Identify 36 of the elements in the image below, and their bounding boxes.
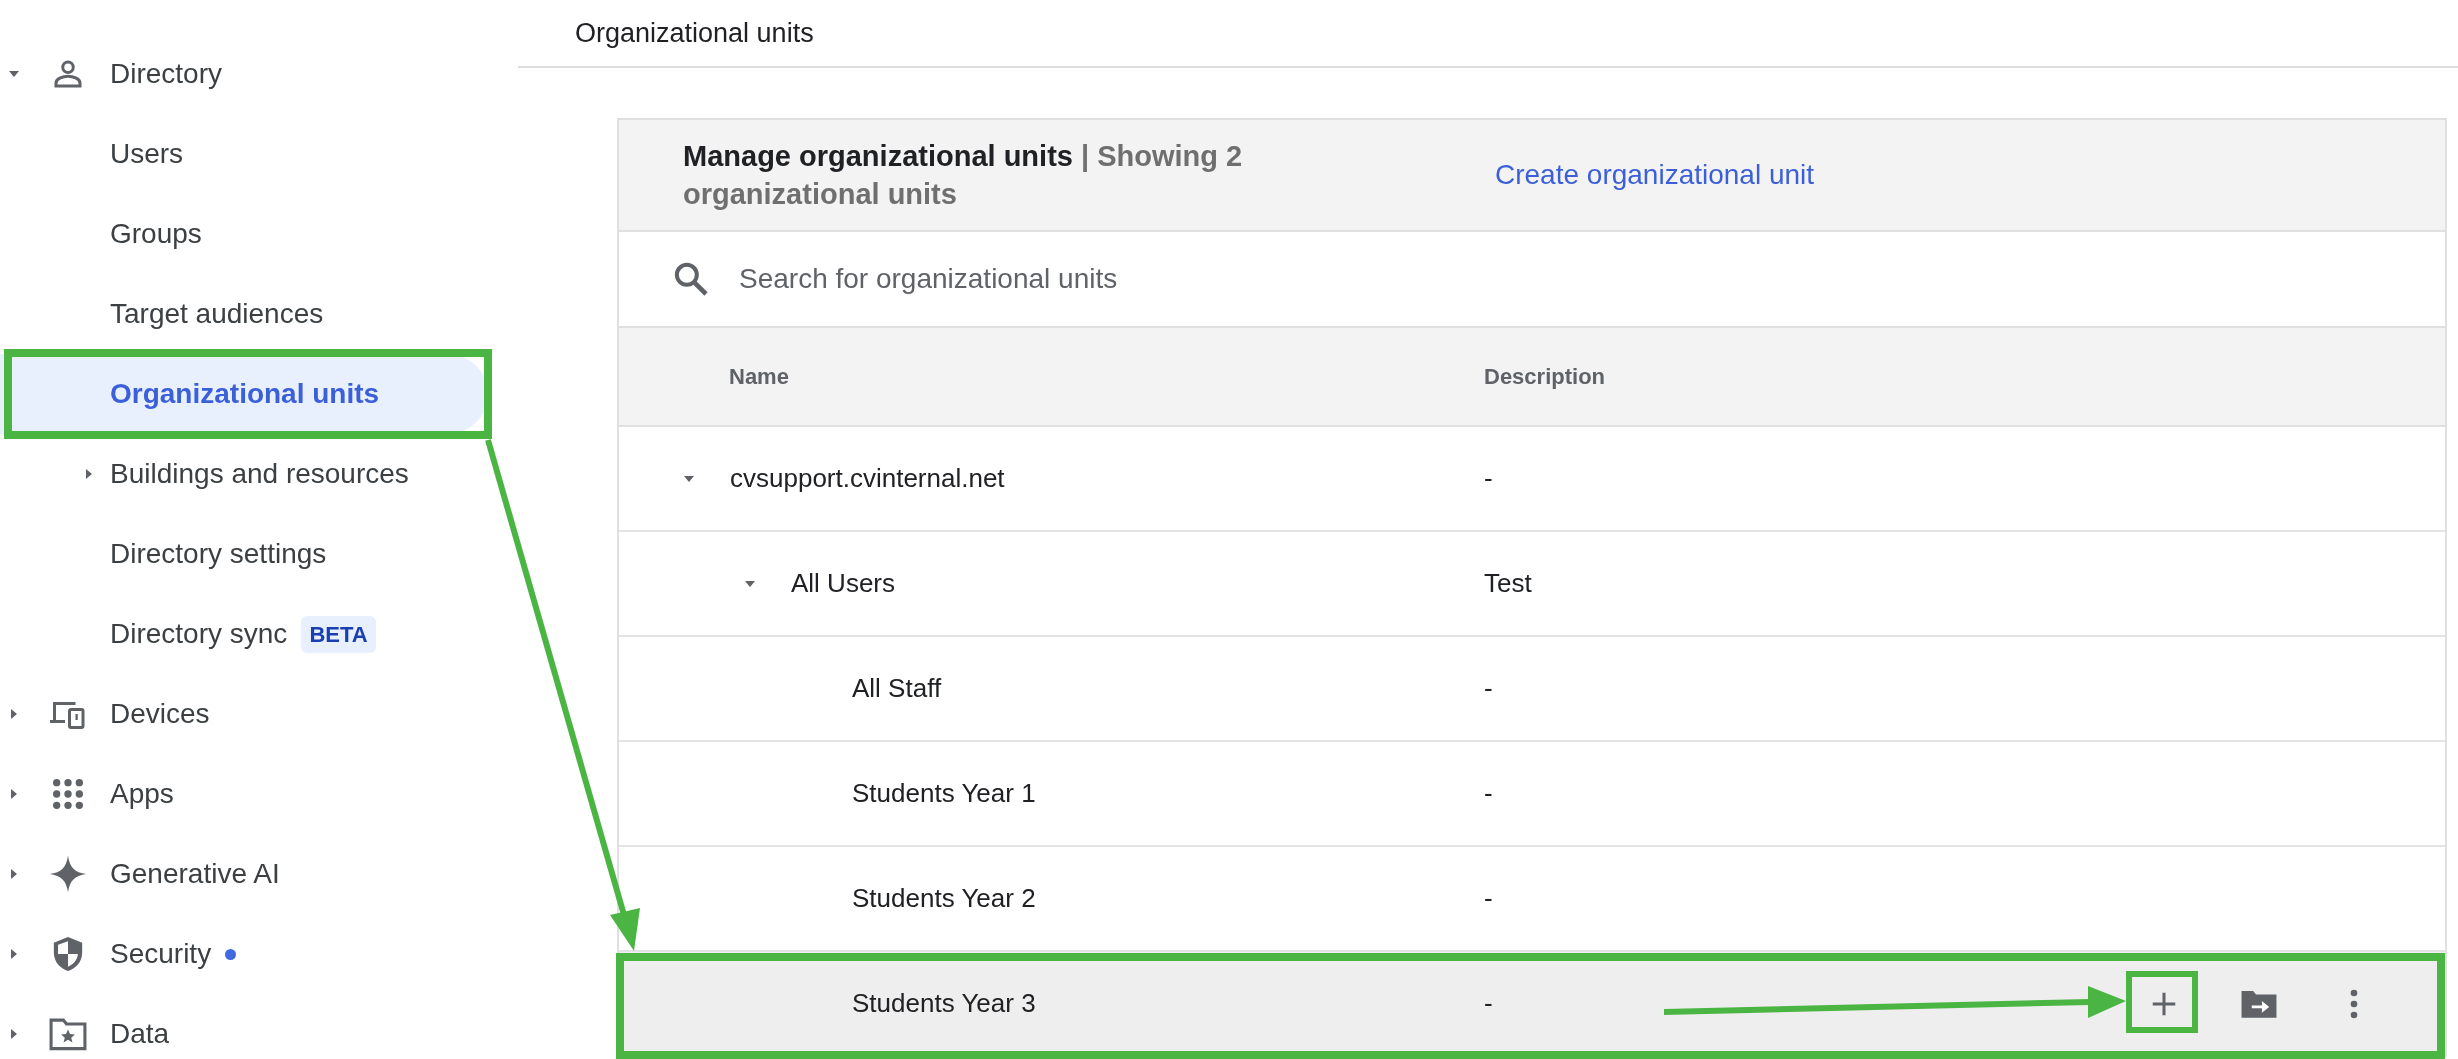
table-cell-text: Test <box>1484 567 1532 600</box>
nav-subitem[interactable]: Users <box>110 133 184 175</box>
create-unit-link[interactable]: Create organizational unit <box>1495 154 1815 196</box>
beta-badge: BETA <box>301 615 376 653</box>
nav-item[interactable]: Apps <box>110 773 174 815</box>
table-cell-text: Students Year 1 <box>852 777 1036 810</box>
search-field[interactable]: Search for organizational units <box>739 258 1639 300</box>
table-cell-text: cvsupport.cvinternal.net <box>730 462 1005 495</box>
more-options-icon[interactable] <box>2349 987 2359 1020</box>
nav-subitem[interactable]: Target audiences <box>110 293 324 335</box>
table-cell-text: - <box>1484 777 1493 810</box>
table-cell-text: All Staff <box>852 672 942 705</box>
nav-subitem[interactable]: Directory sync <box>110 613 288 655</box>
nav-item[interactable]: Security <box>110 933 212 975</box>
card-title: Manage organizational units | Showing 2 organizational units <box>683 139 1244 212</box>
table-cell-text: Students Year 3 <box>852 987 1036 1020</box>
table-cell-text: - <box>1484 987 1493 1020</box>
apps-grid-icon <box>51 777 85 811</box>
nav-item[interactable]: Devices <box>110 693 210 735</box>
table-cell-text: - <box>1484 462 1493 495</box>
column-header[interactable]: Name <box>619 360 1484 393</box>
table-cell-text: - <box>1484 672 1493 705</box>
nav-subitem[interactable]: Buildings and resources <box>110 453 409 495</box>
nav-subitem[interactable]: Organizational units <box>110 373 380 415</box>
nav-subitem[interactable]: Directory settings <box>110 533 327 575</box>
folder-star-icon <box>48 1017 88 1051</box>
table-cell-text: - <box>1484 882 1493 915</box>
nav-item[interactable]: Data <box>110 1013 170 1055</box>
table-cell-text: Students Year 2 <box>852 882 1036 915</box>
shield-icon <box>51 935 85 973</box>
nav-item[interactable]: Directory <box>110 53 222 95</box>
table-cell-text: All Users <box>791 567 895 600</box>
page-title: Organizational units <box>575 16 814 50</box>
nav-item[interactable]: Generative AI <box>110 853 280 895</box>
column-header[interactable]: Description <box>1484 360 1606 393</box>
nav-subitem[interactable]: Groups <box>110 213 202 255</box>
